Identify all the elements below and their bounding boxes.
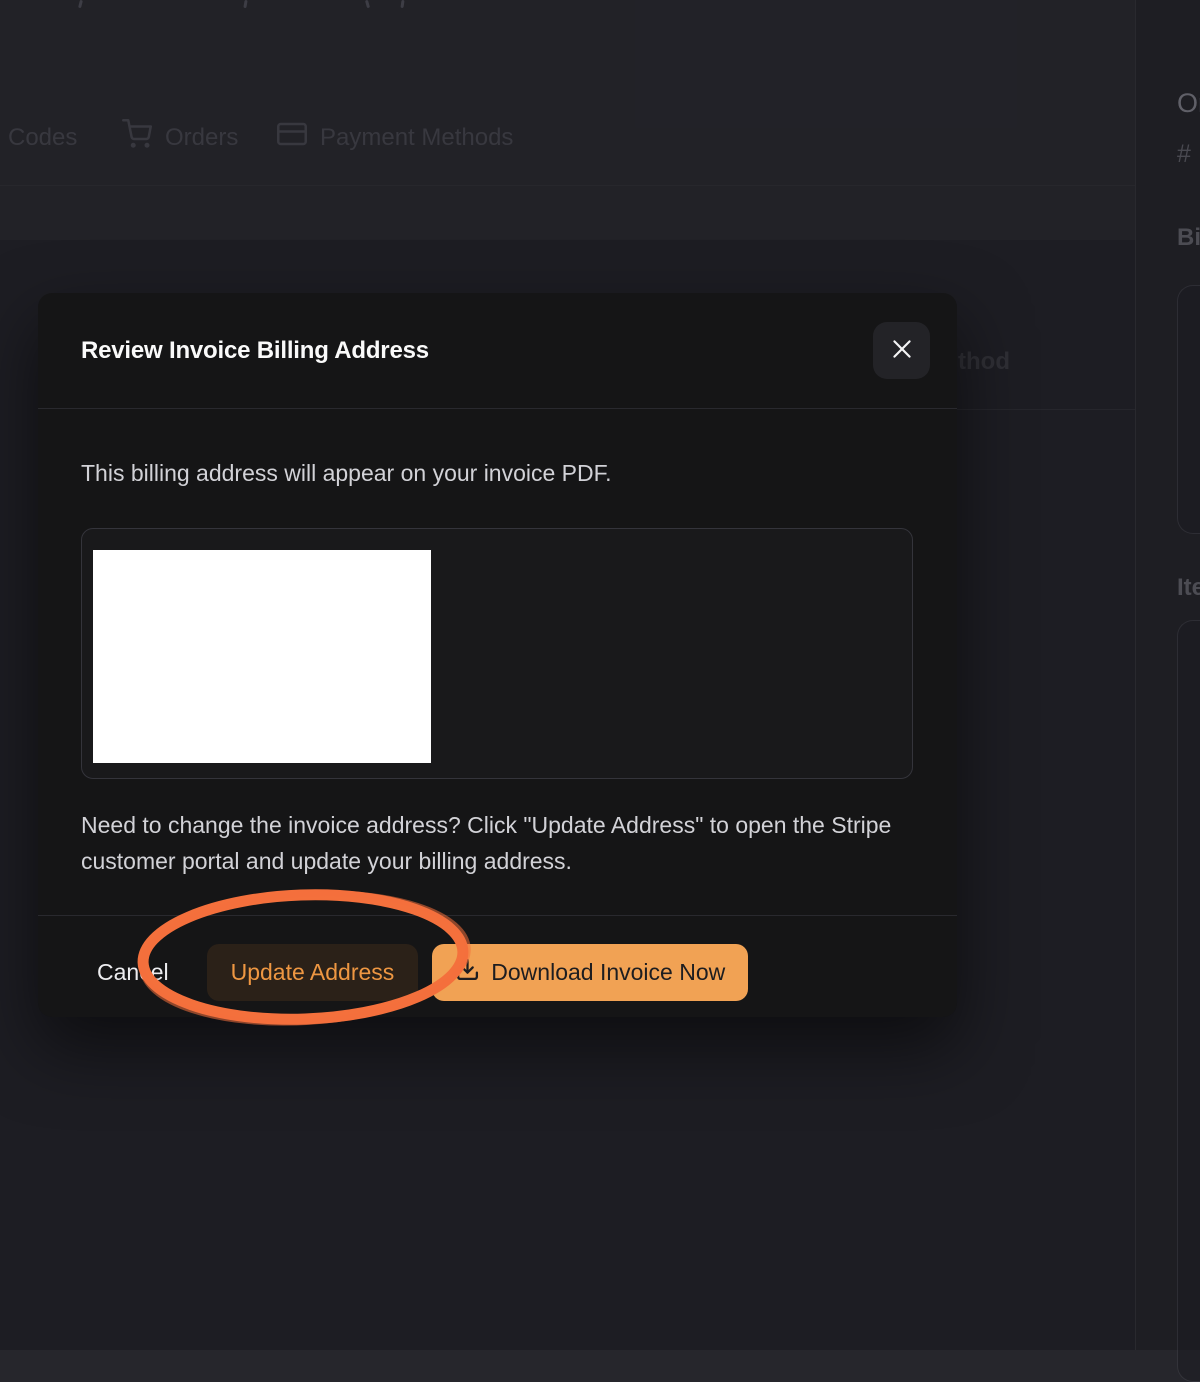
review-invoice-modal: Review Invoice Billing Address This bill…	[38, 293, 957, 1017]
download-icon	[455, 957, 480, 988]
update-address-button[interactable]: Update Address	[207, 944, 419, 1001]
modal-body: This billing address will appear on your…	[38, 409, 957, 879]
close-icon	[889, 336, 915, 365]
help-text: Need to change the invoice address? Clic…	[81, 807, 914, 879]
modal-footer: Cancel Update Address Download Invoice N…	[38, 915, 957, 1029]
intro-text: This billing address will appear on your…	[81, 460, 914, 487]
billing-address-preview	[81, 528, 913, 779]
cancel-button[interactable]: Cancel	[81, 944, 185, 1001]
download-invoice-label: Download Invoice Now	[491, 959, 725, 986]
close-button[interactable]	[873, 322, 930, 379]
download-invoice-button[interactable]: Download Invoice Now	[432, 944, 748, 1001]
modal-title: Review Invoice Billing Address	[81, 337, 873, 365]
modal-header: Review Invoice Billing Address	[38, 293, 957, 409]
redacted-address-block	[93, 550, 431, 763]
